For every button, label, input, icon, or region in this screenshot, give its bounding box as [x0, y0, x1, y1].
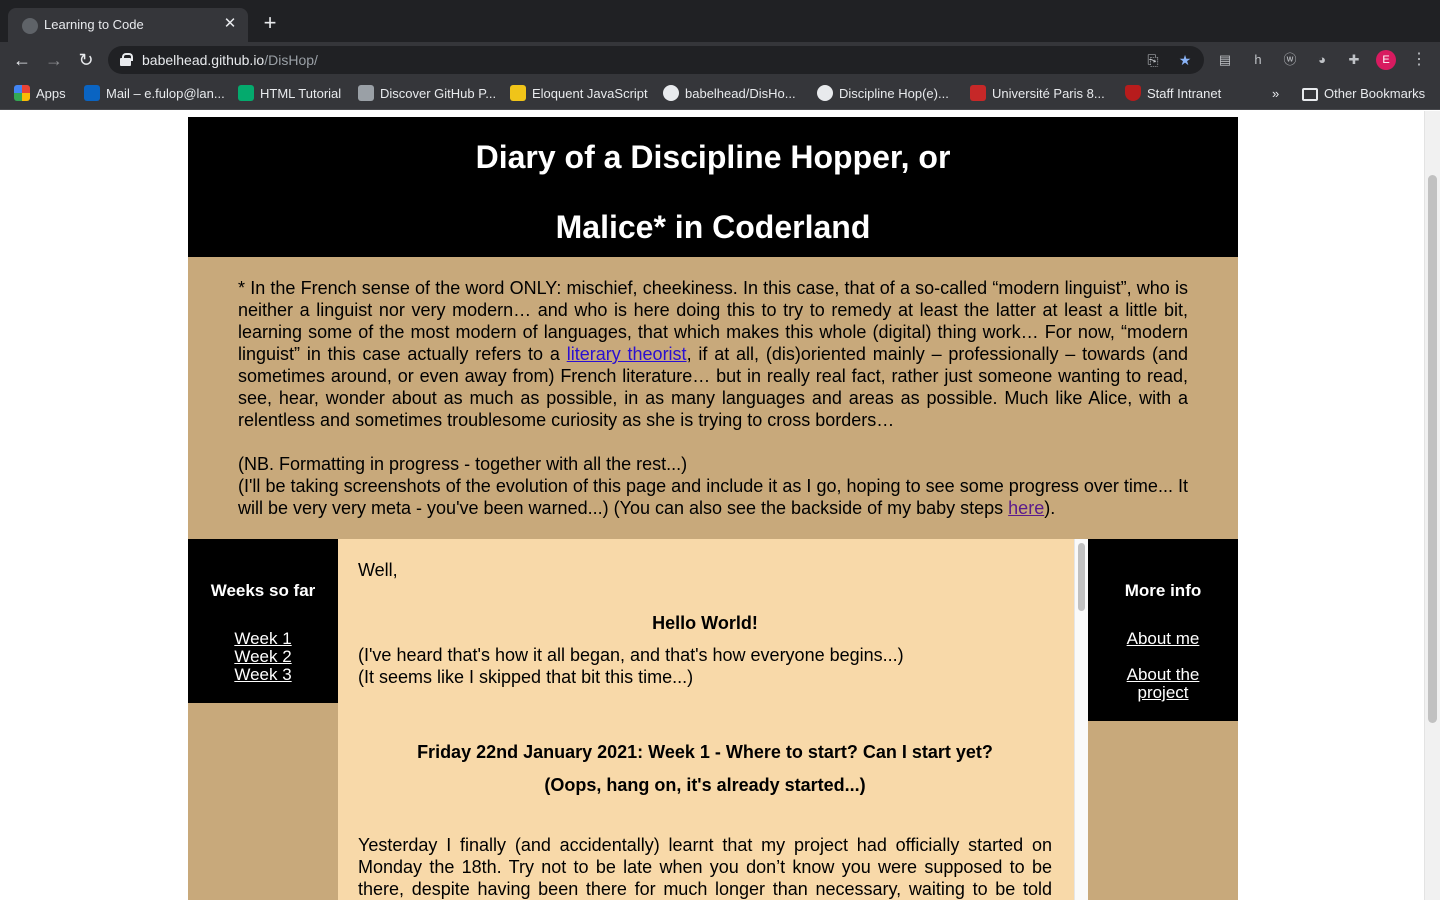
bookmark-label: Mail – e.fulop@lan... — [106, 86, 225, 101]
bookmark-staff-intranet[interactable]: Staff Intranet — [1125, 85, 1221, 103]
browser-toolbar: ← → ↻ babelhead.github.io/DisHop/ ⎘ ★ ▤ … — [0, 42, 1440, 78]
week-1-link[interactable]: Week 1 — [188, 629, 338, 649]
weeks-nav-heading: Weeks so far — [210, 581, 316, 600]
puzzle-piece-extension-icon[interactable]: ◕ — [1313, 51, 1331, 69]
lock-icon[interactable] — [120, 53, 133, 66]
close-icon[interactable]: ✕ — [220, 14, 240, 34]
intro-text: ). — [1044, 498, 1056, 518]
intro-section: * In the French sense of the word ONLY: … — [188, 257, 1238, 539]
bookmark-label: Discover GitHub P... — [380, 86, 497, 101]
bookmark-label: Discipline Hop(e)... — [839, 86, 949, 101]
intro-paragraph: * In the French sense of the word ONLY: … — [238, 277, 1188, 431]
diary-content[interactable]: Well, Hello World! (I've heard that's ho… — [338, 539, 1088, 900]
content-scrollbar[interactable] — [1074, 539, 1088, 900]
entry-paragraph-line-1: Yesterday I finally (and accidentally) l… — [358, 835, 1052, 855]
about-project-link-line-2[interactable]: project — [1088, 683, 1238, 703]
url-path: /DisHop/ — [264, 52, 318, 68]
weeks-nav: Weeks so far Week 1 Week 2 Week 3 — [188, 539, 338, 703]
page-scrollbar-thumb[interactable] — [1428, 175, 1437, 723]
about-me-link[interactable]: About me — [1088, 629, 1238, 649]
w-extension-icon[interactable]: ⓦ — [1281, 51, 1299, 69]
ejs-icon — [510, 85, 526, 101]
bookmark-html-tutorial[interactable]: HTML Tutorial — [238, 85, 341, 103]
address-bar[interactable]: babelhead.github.io/DisHop/ ⎘ ★ — [108, 46, 1204, 74]
week-3-link[interactable]: Week 3 — [188, 665, 338, 685]
more-info-nav: More info About me About the project — [1088, 539, 1238, 721]
kebab-menu-icon[interactable]: ⋮ — [1410, 51, 1428, 69]
forward-button[interactable]: → — [42, 48, 66, 72]
page-scrollbar[interactable] — [1424, 111, 1440, 900]
shield-crest-icon — [1125, 85, 1141, 101]
bookmark-label: Staff Intranet — [1147, 86, 1222, 101]
h-extension-icon[interactable]: h — [1249, 51, 1267, 69]
tab-title: Learning to Code — [44, 17, 144, 32]
bookmark-label: Eloquent JavaScript — [532, 86, 648, 101]
profile-avatar[interactable]: E — [1376, 50, 1396, 70]
apps-grid-icon — [14, 85, 30, 101]
page-viewport: Diary of a Discipline Hopper, or Malice*… — [0, 111, 1424, 900]
bookmark-label: Apps — [36, 86, 66, 101]
site-header: Diary of a Discipline Hopper, or Malice*… — [188, 117, 1238, 257]
bookmark-label: babelhead/DisHo... — [685, 86, 796, 101]
bookmark-label: HTML Tutorial — [260, 86, 342, 101]
entry-paragraph-line-2: Monday the 18th. Try not to be late when… — [358, 857, 1052, 877]
greeting: Well, — [358, 560, 398, 580]
bookmark-eloquent-js[interactable]: Eloquent JavaScript — [510, 85, 648, 103]
more-info-heading: More info — [1124, 581, 1202, 600]
bookmark-discipline-hope[interactable]: Discipline Hop(e)... — [817, 85, 949, 103]
screenshots-note: (I'll be taking screenshots of the evolu… — [238, 475, 1188, 519]
bookmark-mail[interactable]: Mail – e.fulop@lan... — [84, 85, 225, 103]
back-button[interactable]: ← — [10, 48, 34, 72]
about-project-link-line-1[interactable]: About the — [1088, 665, 1238, 685]
tab-strip: Learning to Code ✕ + — [0, 0, 1440, 42]
translate-icon[interactable]: ⎘ — [1144, 51, 1162, 69]
page-title-line-2: Malice* in Coderland — [555, 209, 871, 245]
hello-world-heading: Hello World! — [652, 613, 758, 633]
github-icon — [663, 85, 679, 101]
document-extension-icon[interactable]: ▤ — [1216, 51, 1234, 69]
paris8-icon — [970, 85, 986, 101]
bookmark-discover-github[interactable]: Discover GitHub P... — [358, 85, 496, 103]
entry-paragraph-line-3: there, despite having been there for muc… — [358, 879, 1052, 899]
nb-note: (NB. Formatting in progress - together w… — [238, 454, 688, 474]
new-tab-button[interactable]: + — [258, 12, 282, 36]
outlook-icon — [84, 85, 100, 101]
entry-subtitle: (Oops, hang on, it's already started...) — [544, 775, 866, 795]
content-scrollbar-thumb[interactable] — [1078, 543, 1085, 611]
here-link[interactable]: here — [1008, 498, 1044, 518]
literary-theorist-link[interactable]: literary theorist — [567, 344, 687, 364]
site-container: Diary of a Discipline Hopper, or Malice*… — [188, 117, 1238, 900]
reload-button[interactable]: ↻ — [74, 48, 98, 72]
extensions-icon[interactable]: ✚ — [1345, 51, 1363, 69]
url-text[interactable]: babelhead.github.io/DisHop/ — [142, 52, 318, 68]
bookmarks-bar: Apps Mail – e.fulop@lan... HTML Tutorial… — [0, 78, 1440, 110]
folder-icon — [1302, 88, 1318, 101]
bookmarks-overflow-button[interactable]: » — [1272, 85, 1279, 103]
intro-line-1: (I've heard that's how it all began, and… — [358, 645, 904, 665]
bookmark-github-repo[interactable]: babelhead/DisHo... — [663, 85, 796, 103]
bookmark-paris8[interactable]: Université Paris 8... — [970, 85, 1105, 103]
bookmark-apps[interactable]: Apps — [14, 85, 66, 103]
intro-line-2: (It seems like I skipped that bit this t… — [358, 667, 694, 687]
browser-tab-active[interactable]: Learning to Code ✕ — [8, 8, 248, 42]
other-bookmarks-label: Other Bookmarks — [1324, 86, 1426, 101]
globe-icon — [817, 85, 833, 101]
bookmark-label: Université Paris 8... — [992, 86, 1105, 101]
w3schools-icon — [238, 85, 254, 101]
other-bookmarks[interactable]: Other Bookmarks — [1302, 85, 1425, 103]
page-icon — [358, 85, 374, 101]
globe-icon — [22, 18, 38, 34]
page-title-line-1: Diary of a Discipline Hopper, or — [475, 139, 951, 175]
star-bookmark-icon[interactable]: ★ — [1176, 51, 1194, 69]
week-2-link[interactable]: Week 2 — [188, 647, 338, 667]
url-host: babelhead.github.io — [142, 52, 265, 68]
entry-title: Friday 22nd January 2021: Week 1 - Where… — [417, 742, 993, 762]
